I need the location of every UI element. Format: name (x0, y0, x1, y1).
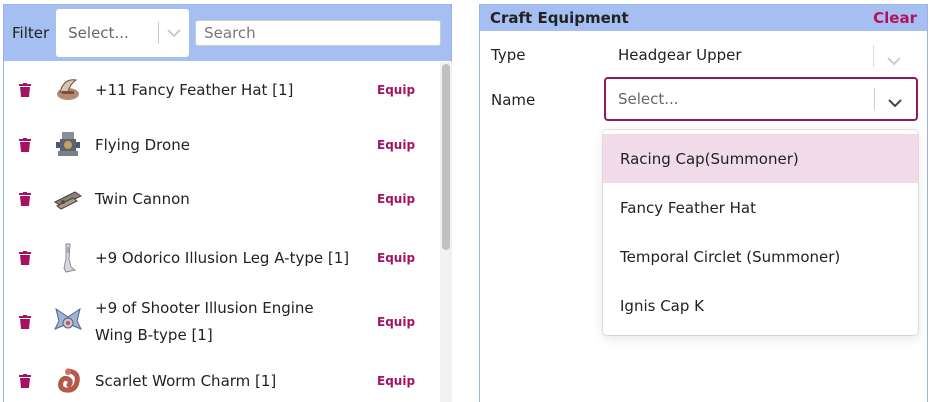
wing-icon (53, 307, 83, 337)
equip-button[interactable]: Equip (377, 374, 415, 388)
worm-charm-icon (53, 366, 83, 396)
trash-icon[interactable] (17, 192, 33, 206)
list-item: Flying Drone Equip (4, 118, 440, 172)
item-name: +9 Odorico Illusion Leg A-type [1] (95, 248, 350, 267)
item-name: Flying Drone (95, 135, 190, 154)
equip-button[interactable]: Equip (377, 315, 415, 329)
list-item: +11 Fancy Feather Hat [1] Equip (4, 62, 440, 118)
equip-button[interactable]: Equip (377, 251, 415, 265)
feather-hat-icon (53, 75, 83, 105)
clear-button[interactable]: Clear (873, 9, 917, 27)
list-item: Scarlet Worm Charm [1] Equip (4, 354, 440, 402)
list-item: Twin Cannon Equip (4, 172, 440, 226)
equip-button[interactable]: Equip (377, 138, 415, 152)
scrollbar[interactable] (440, 62, 452, 402)
list-item: +9 of Shooter Illusion Engine Wing B-typ… (4, 290, 440, 354)
chevron-down-icon[interactable] (887, 51, 901, 70)
filter-select-placeholder: Select... (68, 24, 129, 42)
select-separator (873, 45, 874, 67)
scrollbar-thumb[interactable] (442, 64, 450, 250)
filter-select[interactable]: Select... (56, 9, 190, 57)
trash-icon[interactable] (17, 138, 33, 152)
trash-icon[interactable] (17, 251, 33, 265)
chevron-down-icon[interactable] (159, 28, 189, 38)
name-dropdown-menu: Racing Cap(Summoner) Fancy Feather Hat T… (603, 130, 918, 335)
dropdown-option[interactable]: Racing Cap(Summoner) (603, 134, 918, 183)
trash-icon[interactable] (17, 374, 33, 388)
item-name: Scarlet Worm Charm [1] (95, 371, 277, 390)
dropdown-option[interactable]: Ignis Cap K (603, 281, 918, 330)
dropdown-option[interactable]: Fancy Feather Hat (603, 183, 918, 232)
name-label: Name (491, 91, 536, 109)
dropdown-option[interactable]: Temporal Circlet (Summoner) (603, 232, 918, 281)
item-name: Twin Cannon (95, 189, 190, 208)
craft-header: Craft Equipment Clear (480, 5, 927, 31)
equip-button[interactable]: Equip (377, 192, 415, 206)
name-select[interactable]: Select... (604, 77, 918, 121)
list-item: +9 Odorico Illusion Leg A-type [1] Equip (4, 226, 440, 290)
item-name: +11 Fancy Feather Hat [1] (95, 80, 294, 99)
inventory-list: +11 Fancy Feather Hat [1] Equip Flying D… (4, 62, 440, 402)
leg-armor-icon (53, 243, 83, 273)
inventory-panel: Filter Select... Search +11 Fancy Feathe… (3, 4, 452, 402)
filter-bar: Filter Select... Search (4, 5, 451, 61)
type-select-value[interactable]: Headgear Upper (618, 46, 742, 64)
chevron-down-icon[interactable] (888, 93, 902, 112)
filter-label: Filter (12, 24, 50, 42)
item-name: +9 of Shooter Illusion Engine Wing B-typ… (95, 299, 314, 344)
cannon-icon (53, 184, 83, 214)
panel-title: Craft Equipment (490, 9, 629, 27)
drone-icon (53, 130, 83, 160)
name-select-placeholder: Select... (618, 90, 679, 108)
trash-icon[interactable] (17, 83, 33, 97)
select-separator (874, 88, 875, 110)
equip-button[interactable]: Equip (377, 83, 415, 97)
type-label: Type (491, 46, 526, 64)
search-input[interactable]: Search (195, 20, 442, 46)
trash-icon[interactable] (17, 315, 33, 329)
